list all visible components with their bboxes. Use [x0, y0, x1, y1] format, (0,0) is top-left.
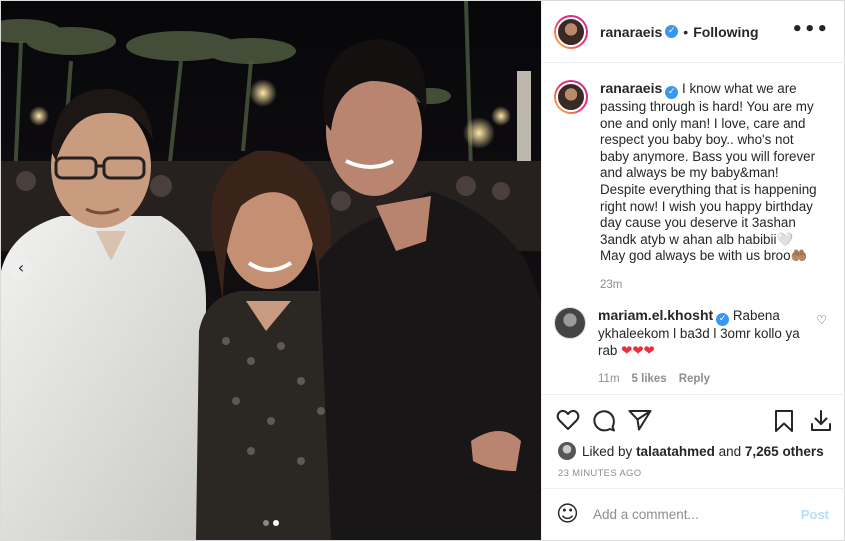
- photo-illustration: [1, 1, 541, 540]
- reply-button[interactable]: Reply: [679, 373, 710, 385]
- verified-badge-icon: ✓: [665, 25, 679, 38]
- save-bookmark-icon[interactable]: [774, 409, 794, 433]
- comment-likes[interactable]: 5 likes: [632, 373, 667, 385]
- caption-text-block: ranaraeis ✓ I know what we are passing th…: [600, 80, 822, 265]
- carousel-indicator: [263, 520, 279, 526]
- caption-body: ranaraeis ✓ I know what we are passing th…: [600, 80, 822, 291]
- more-options-icon[interactable]: •••: [791, 19, 829, 40]
- author-avatar-image: [556, 16, 586, 47]
- action-bar: [542, 394, 845, 444]
- comment-hearts: ❤❤❤: [621, 342, 655, 358]
- author-username[interactable]: ranaraeis: [600, 24, 662, 40]
- post-header: ranaraeis ✓ • Following •••: [542, 1, 845, 63]
- post-comment-button[interactable]: Post: [801, 507, 829, 522]
- comment-item: mariam.el.khosht ✓ Rabena ykhaleekom l ba…: [554, 306, 833, 385]
- author-avatar[interactable]: [554, 14, 588, 49]
- caption-time[interactable]: 23m: [600, 279, 622, 291]
- comments-list[interactable]: ranaraeis ✓ I know what we are passing th…: [542, 64, 845, 394]
- post-timestamp[interactable]: 23 MINUTES AGO: [558, 468, 641, 479]
- verified-badge-icon: ✓: [716, 312, 730, 326]
- share-send-icon[interactable]: [628, 409, 652, 431]
- commenter-username[interactable]: mariam.el.khosht: [598, 307, 713, 323]
- liked-by-others[interactable]: 7,265 others: [745, 444, 824, 459]
- download-icon[interactable]: [810, 409, 832, 433]
- like-heart-icon[interactable]: [556, 409, 580, 431]
- caption-avatar-image: [556, 82, 586, 112]
- post-dialog: ‹ ranaraeis ✓ • Following ••• ranaraeis …: [0, 0, 845, 541]
- caption-meta: 23m: [600, 279, 822, 291]
- comment-body: mariam.el.khosht ✓ Rabena ykhaleekom l ba…: [598, 307, 820, 385]
- liker-avatar[interactable]: [558, 442, 576, 460]
- caption-avatar[interactable]: [554, 80, 588, 114]
- comment-time[interactable]: 11m: [598, 373, 620, 385]
- header-name-row: ranaraeis ✓ • Following: [600, 24, 759, 40]
- carousel-dot: [263, 520, 269, 526]
- likes-summary: Liked by talaatahmed and 7,265 others: [558, 442, 824, 460]
- post-side-panel: ranaraeis ✓ • Following ••• ranaraeis ✓ I…: [541, 1, 845, 540]
- comment-input[interactable]: [592, 507, 783, 522]
- following-button[interactable]: Following: [693, 24, 758, 40]
- comment-bubble-icon[interactable]: [592, 409, 616, 433]
- emoji-smiley-icon[interactable]: ☺: [556, 502, 579, 527]
- liked-by-prefix: Liked by: [582, 443, 633, 459]
- liked-by-user[interactable]: talaatahmed: [636, 444, 715, 459]
- add-comment-bar: ☺ Post: [542, 488, 845, 540]
- carousel-dot-active: [273, 520, 279, 526]
- post-photo[interactable]: ‹: [1, 1, 541, 540]
- carousel-previous-button[interactable]: ‹: [10, 258, 32, 280]
- chevron-left-icon: ‹: [17, 258, 25, 277]
- verified-badge-icon: ✓: [665, 86, 679, 99]
- commenter-avatar[interactable]: [554, 306, 586, 339]
- header-separator: •: [683, 23, 689, 40]
- caption-entry: ranaraeis ✓ I know what we are passing th…: [554, 80, 833, 291]
- caption-username[interactable]: ranaraeis: [600, 80, 662, 96]
- liked-by-and: and: [718, 443, 742, 459]
- caption-text: I know what we are passing through is ha…: [600, 81, 817, 264]
- comment-meta: 11m 5 likes Reply: [598, 373, 820, 385]
- comment-text-block: mariam.el.khosht ✓ Rabena ykhaleekom l ba…: [598, 307, 820, 359]
- comment-like-heart-icon[interactable]: ♡: [816, 313, 827, 327]
